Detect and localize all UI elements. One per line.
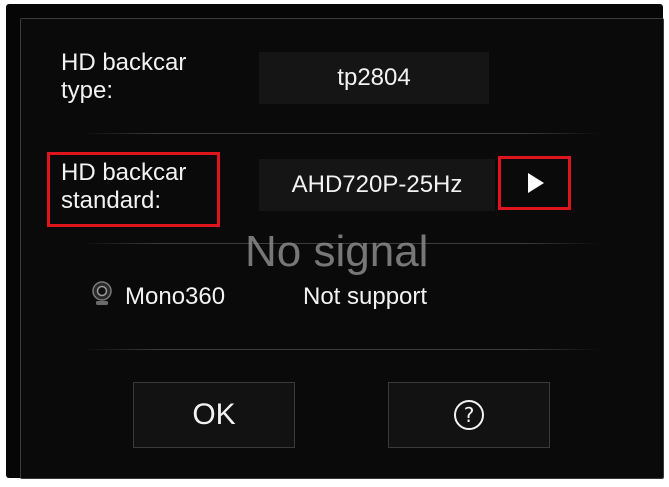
settings-dialog: HD backcar type: tp2804 HD backcar stand… (20, 18, 664, 479)
screen-background: HD backcar type: tp2804 HD backcar stand… (6, 4, 664, 479)
backcar-type-value[interactable]: tp2804 (259, 52, 489, 104)
backcar-type-label: HD backcar type: (61, 49, 187, 104)
no-signal-overlay: No signal (245, 227, 429, 276)
ok-button-label: OK (192, 398, 236, 431)
divider (81, 133, 601, 134)
help-glyph: ? (463, 403, 475, 427)
highlight-box-next-button (498, 156, 571, 210)
highlight-box-standard-label (47, 152, 220, 227)
help-button[interactable]: ? (388, 382, 550, 448)
divider (81, 349, 601, 350)
backcar-standard-value[interactable]: AHD720P-25Hz (259, 159, 495, 211)
help-icon: ? (454, 400, 484, 430)
ok-button[interactable]: OK (133, 382, 295, 448)
mono360-label: Mono360 (125, 283, 226, 310)
mono360-status: Not support (303, 283, 428, 310)
camera-icon (92, 281, 112, 305)
